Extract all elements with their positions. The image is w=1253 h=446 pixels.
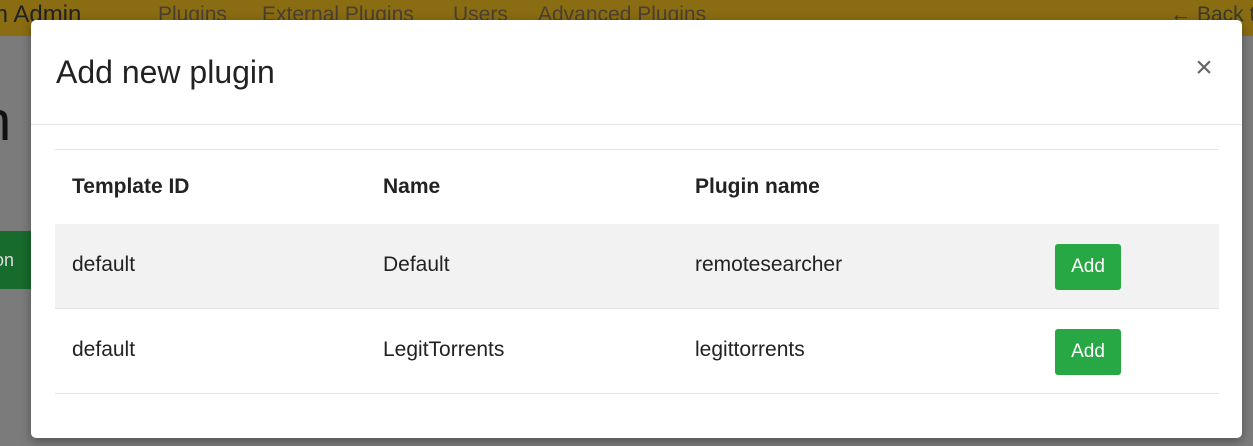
name-cell: Default [383, 253, 450, 276]
column-header-plugin-name: Plugin name [695, 175, 820, 198]
column-header-template-id: Template ID [72, 175, 190, 198]
template-id-cell: default [72, 338, 136, 361]
table-row: default Default remotesearcher Add [55, 224, 1219, 309]
plugin-name-cell: legittorrents [695, 338, 805, 361]
table-row: default LegitTorrents legittorrents Add [55, 309, 1219, 394]
background-page-heading: n [0, 88, 11, 153]
table-header-row: Template ID Name Plugin name [55, 149, 1219, 226]
add-button[interactable]: Add [1055, 329, 1121, 375]
close-button[interactable]: × [1190, 52, 1218, 84]
name-cell: LegitTorrents [383, 338, 505, 361]
column-header-name: Name [383, 175, 441, 198]
background-button: on [0, 231, 34, 289]
add-plugin-modal: Add new plugin × Template ID Name Plugin… [31, 20, 1242, 438]
modal-title: Add new plugin [56, 54, 275, 90]
modal-header: Add new plugin × [31, 20, 1242, 125]
plugin-name-cell: remotesearcher [695, 253, 843, 276]
background-button-label: on [0, 250, 15, 270]
add-button[interactable]: Add [1055, 244, 1121, 290]
template-id-cell: default [72, 253, 136, 276]
